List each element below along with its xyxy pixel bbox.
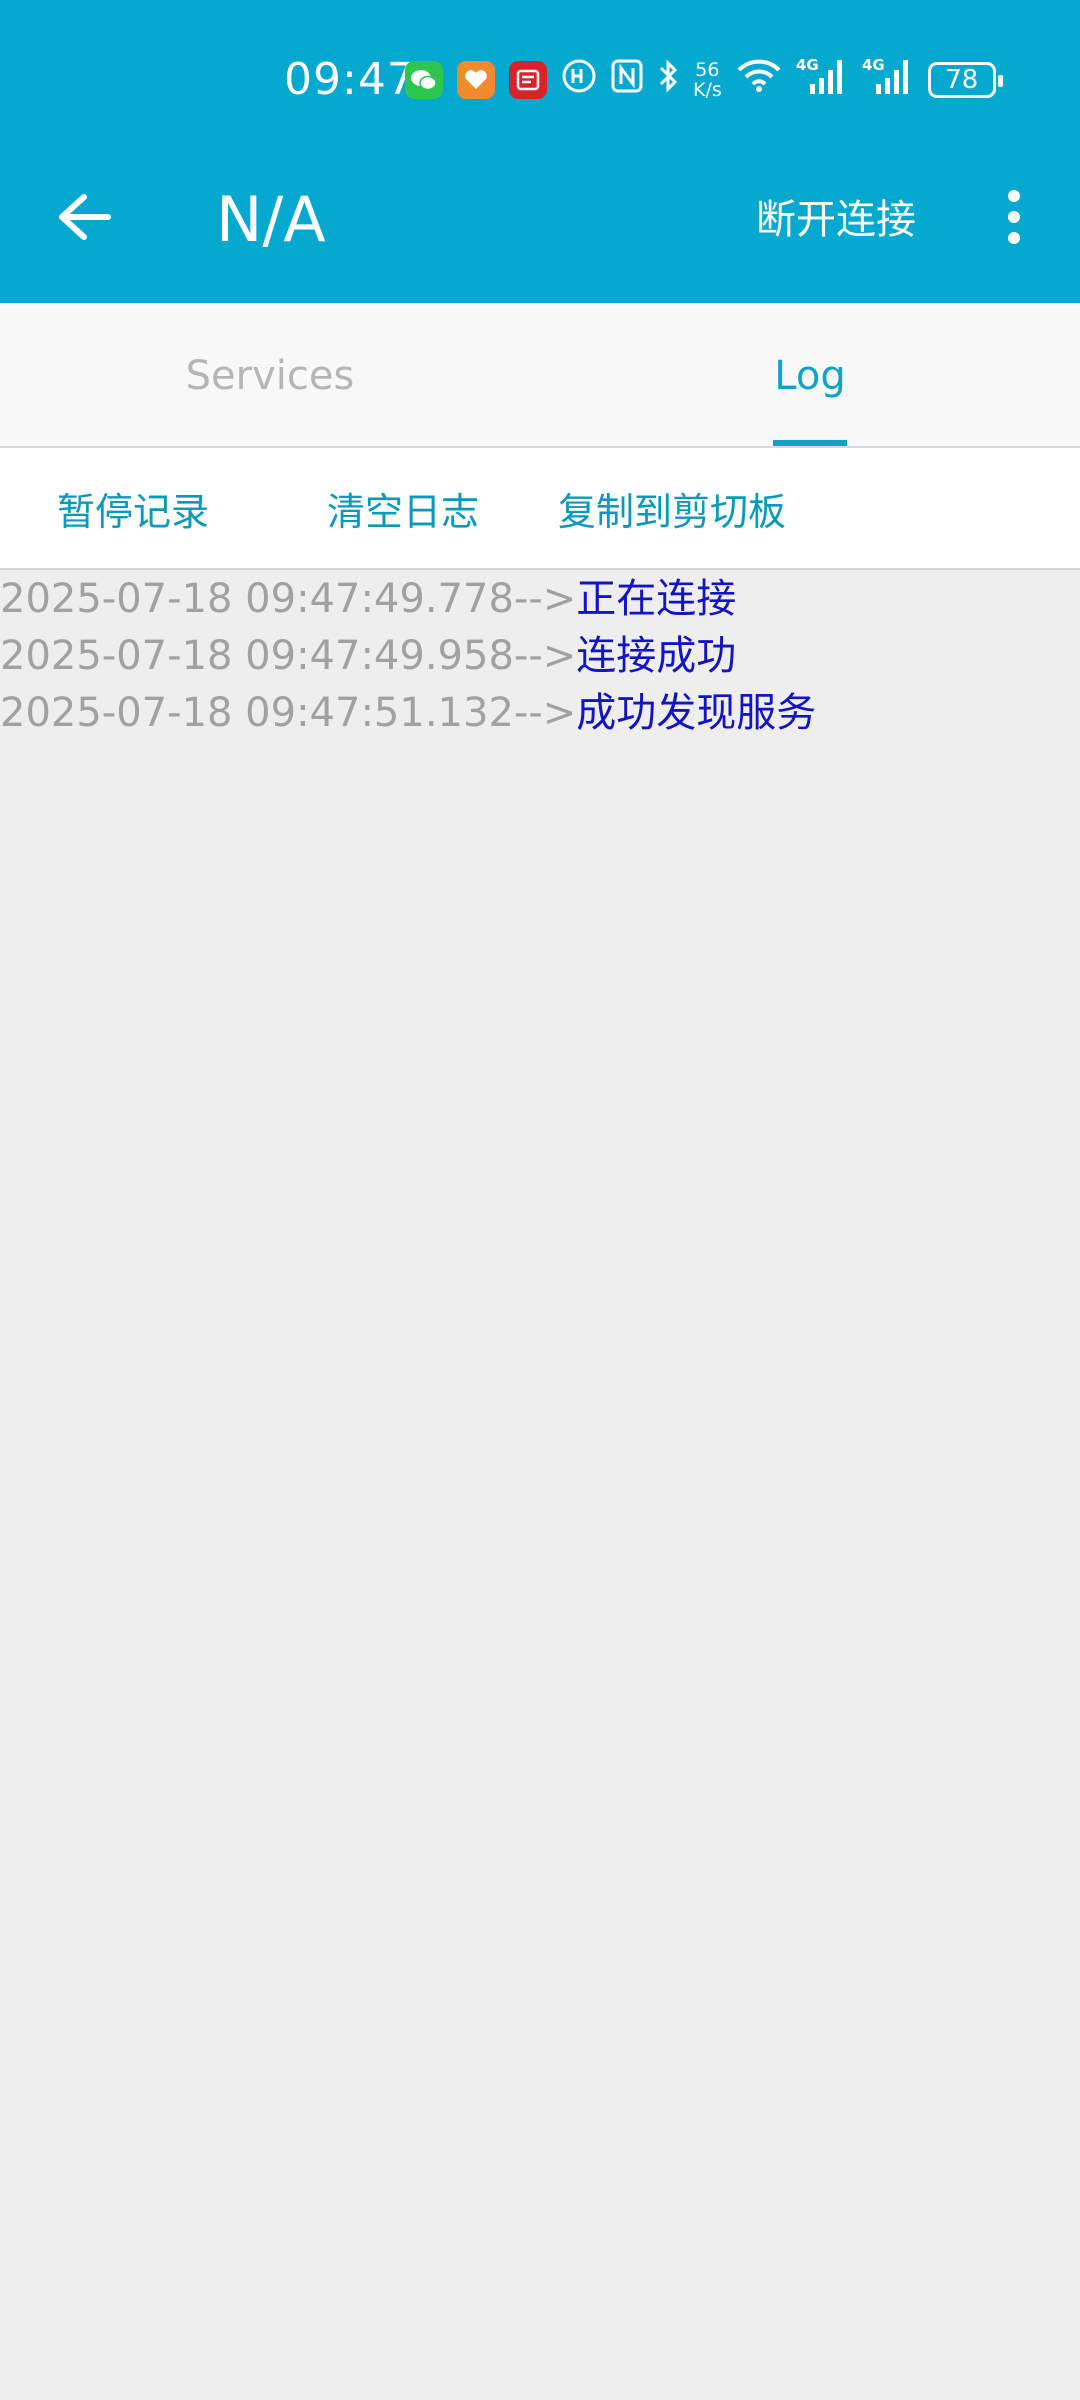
- wechat-icon: [405, 61, 443, 99]
- signal-icon: 4G: [862, 56, 914, 105]
- news-app-icon: [509, 61, 547, 99]
- tab-bar: Services Log: [0, 303, 1080, 448]
- tab-indicator: [773, 440, 847, 446]
- bluetooth-icon: [657, 58, 679, 103]
- log-message: 连接成功: [576, 633, 737, 679]
- hd-icon: [561, 58, 597, 103]
- copy-to-clipboard-button[interactable]: 复制到剪切板: [558, 448, 786, 568]
- net-speed-unit: K/s: [693, 79, 722, 101]
- battery-level: 78: [945, 65, 979, 95]
- status-time: 09:47: [284, 54, 416, 105]
- sim2-label: 4G: [862, 56, 885, 74]
- log-view[interactable]: 2025-07-18 09:47:49.778-->正在连接 2025-07-1…: [0, 570, 1080, 2400]
- log-entry: 2025-07-18 09:47:49.778-->正在连接: [0, 570, 736, 628]
- sim1-label: 4G: [796, 56, 819, 74]
- more-vert-icon: [1008, 190, 1020, 202]
- wifi-icon: [736, 58, 782, 103]
- log-timestamp: 2025-07-18 09:47:49.958-->: [0, 633, 577, 679]
- more-options-button[interactable]: [990, 185, 1038, 249]
- battery-icon: 78: [927, 62, 1003, 98]
- back-button[interactable]: [52, 185, 116, 249]
- status-icons: 56 K/s 4G 4G 78: [405, 50, 1003, 110]
- page-title: N/A: [216, 183, 326, 256]
- pause-logging-button[interactable]: 暂停记录: [57, 448, 209, 568]
- net-speed-value: 56: [695, 59, 720, 81]
- disconnect-button[interactable]: 断开连接: [756, 188, 916, 252]
- back-arrow-icon: [59, 194, 111, 240]
- log-entry: 2025-07-18 09:47:51.132-->成功发现服务: [0, 684, 816, 742]
- clear-log-button[interactable]: 清空日志: [327, 448, 479, 568]
- tab-services[interactable]: Services: [0, 303, 540, 448]
- signal-icon: 4G: [796, 56, 848, 105]
- network-speed: 56 K/s: [693, 60, 722, 100]
- tab-log[interactable]: Log: [540, 303, 1080, 448]
- log-actions: 暂停记录 清空日志 复制到剪切板: [0, 448, 1080, 570]
- log-message: 成功发现服务: [576, 690, 817, 736]
- health-app-icon: [457, 61, 495, 99]
- app-header: 09:47 56 K/s 4G 4G 78 N/A 断开连接: [0, 0, 1080, 303]
- log-timestamp: 2025-07-18 09:47:49.778-->: [0, 576, 577, 622]
- log-entry: 2025-07-18 09:47:49.958-->连接成功: [0, 627, 736, 685]
- nfc-icon: [611, 58, 643, 103]
- log-message: 正在连接: [576, 576, 737, 622]
- log-timestamp: 2025-07-18 09:47:51.132-->: [0, 690, 577, 736]
